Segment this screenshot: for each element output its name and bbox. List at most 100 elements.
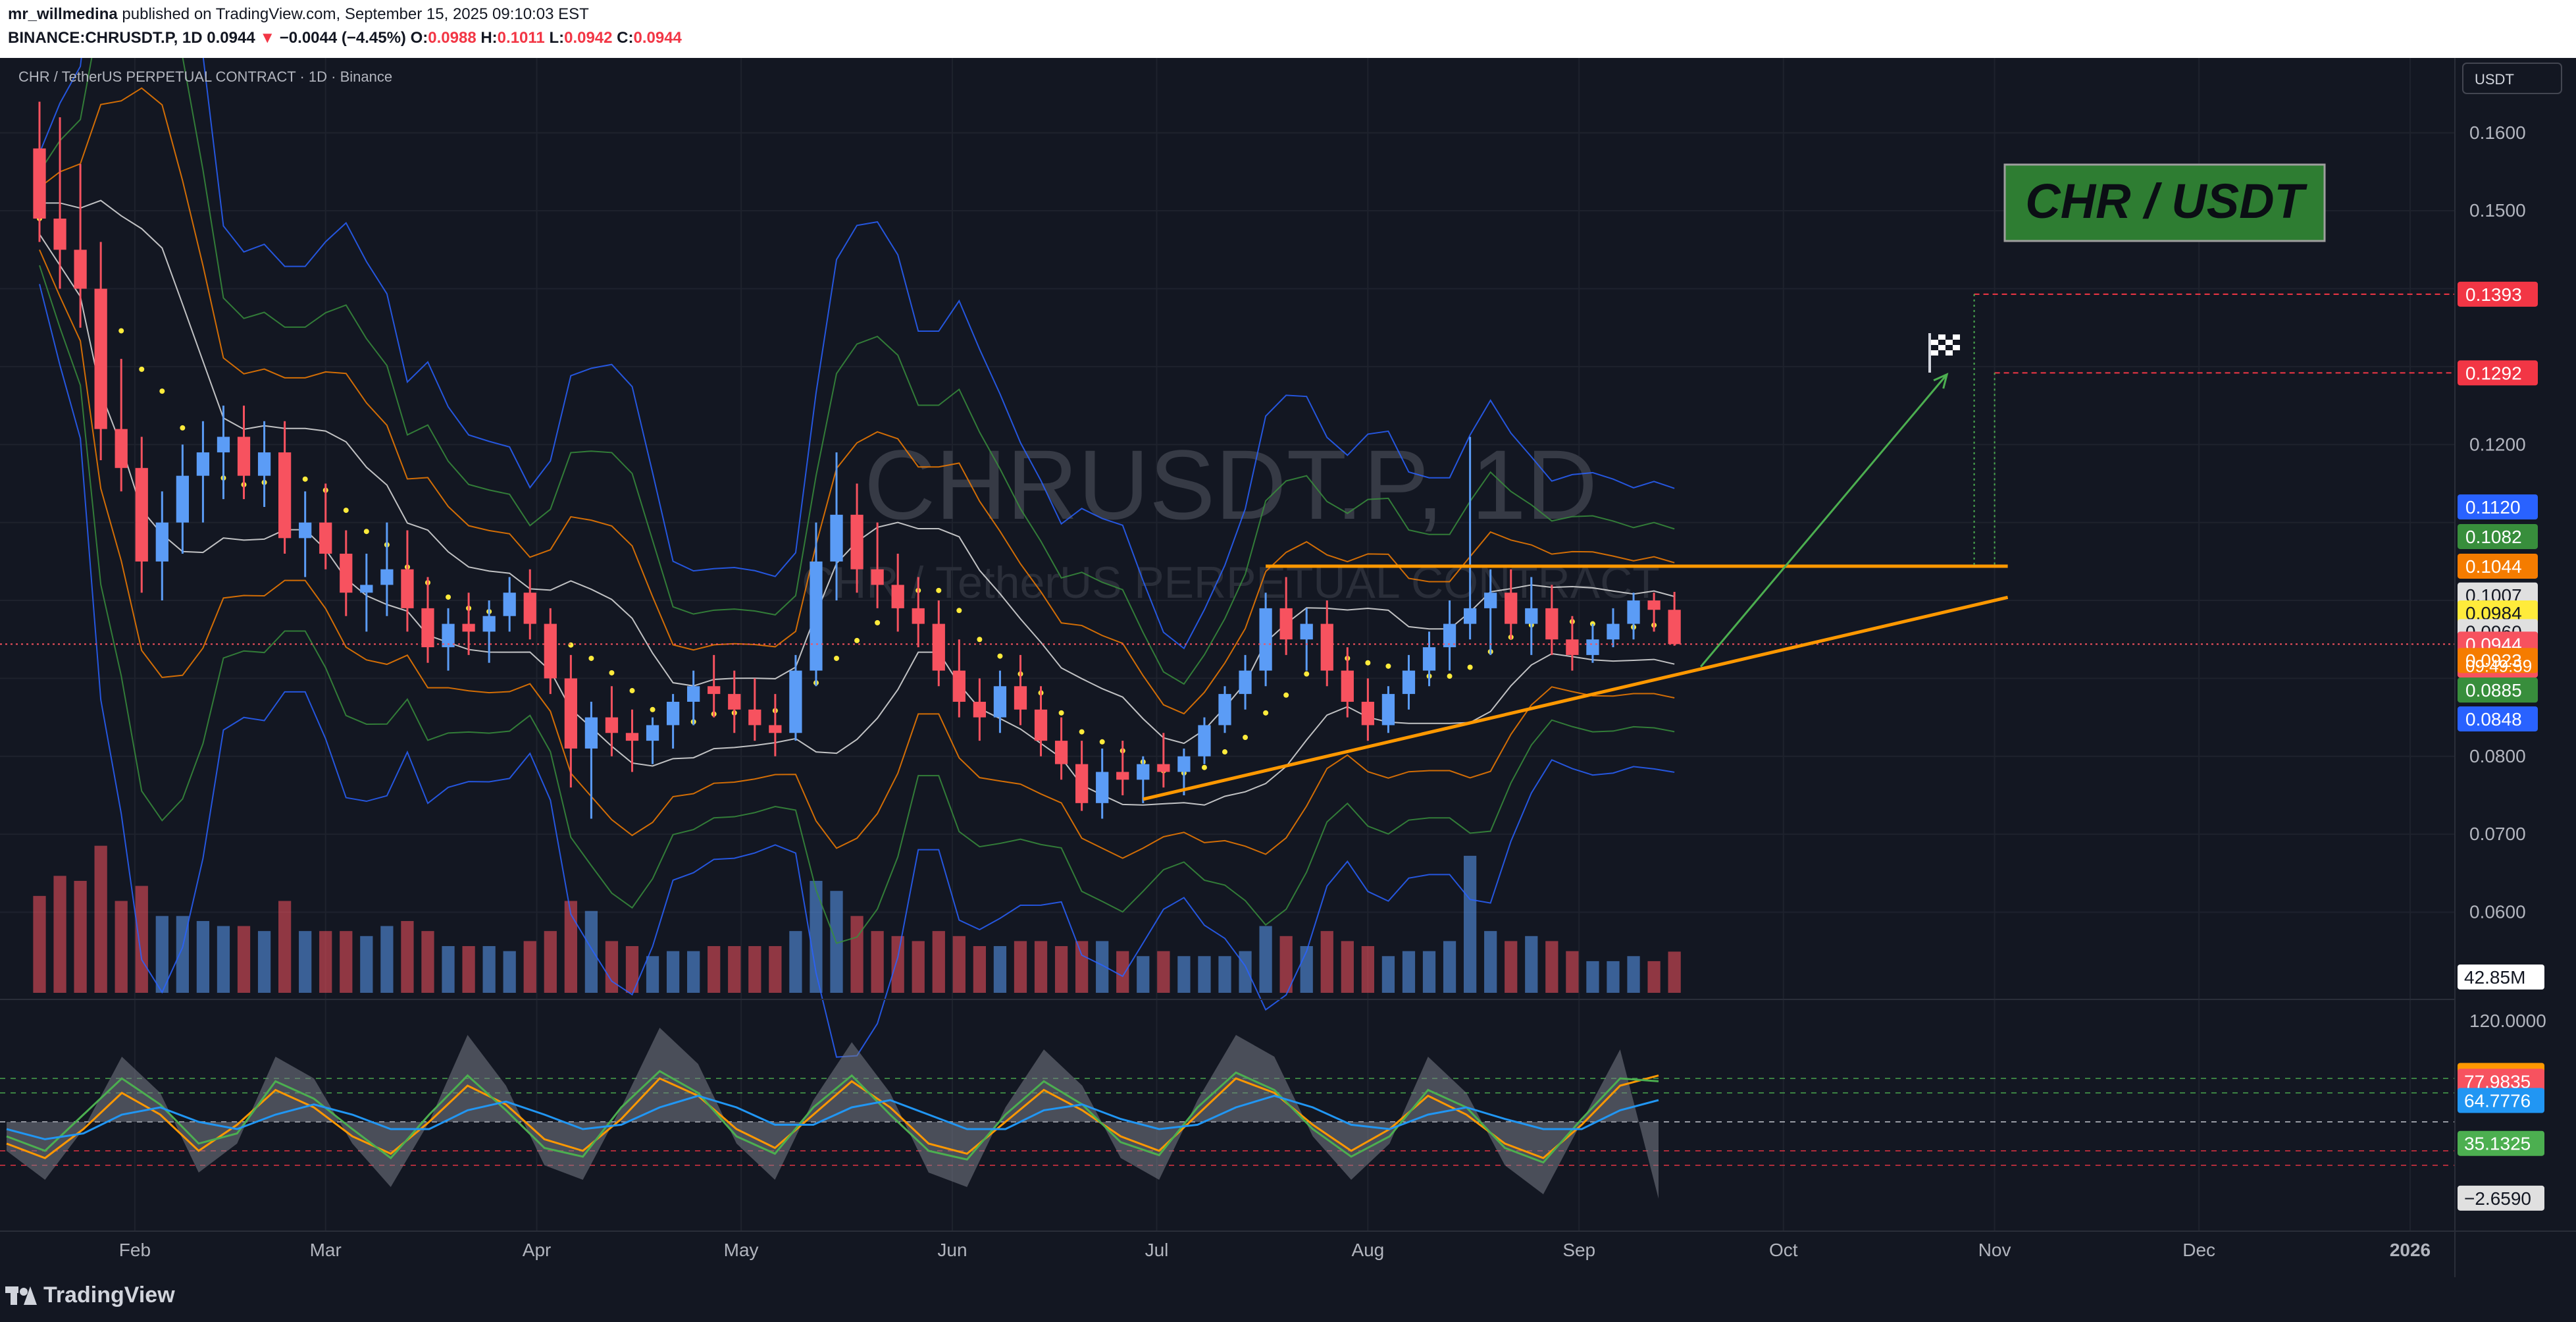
candle-body — [135, 467, 148, 562]
ma-dot — [1079, 729, 1085, 735]
candle-body — [769, 725, 782, 733]
title-box-text: CHR / USDT — [2025, 174, 2307, 228]
time-tick-label: Feb — [119, 1240, 151, 1260]
open-value: 0.0988 — [428, 29, 477, 47]
ma-dot — [568, 642, 574, 648]
volume-bar — [53, 876, 66, 993]
currency-button-label[interactable]: USDT — [2475, 71, 2514, 88]
candle-body — [155, 522, 168, 562]
ma-dot — [1058, 710, 1064, 716]
candle-body — [912, 608, 925, 624]
volume-bar — [646, 956, 659, 993]
volume-bar — [789, 931, 802, 993]
candle-body — [748, 709, 761, 726]
candle-body — [810, 561, 823, 671]
ma-dot — [936, 587, 942, 593]
candle-body — [952, 670, 966, 702]
candle-body — [1361, 701, 1374, 726]
volume-bar — [360, 936, 373, 993]
ma-dot — [363, 529, 369, 535]
candle-body — [1137, 764, 1150, 780]
volume-bar — [1177, 956, 1191, 993]
ma-dot — [343, 508, 349, 514]
volume-bar — [932, 931, 945, 993]
currency-button[interactable]: USDT — [2462, 63, 2562, 94]
volume-bar — [1545, 941, 1558, 993]
candle-body — [789, 670, 802, 733]
volume-bar — [482, 946, 496, 993]
ma-dot — [650, 706, 656, 712]
ma-dot — [1283, 692, 1289, 698]
volume-bar — [1300, 946, 1313, 993]
candle-body — [53, 219, 66, 250]
candle-body — [850, 514, 863, 569]
candle-body — [1157, 764, 1170, 772]
candle-body — [1566, 639, 1579, 655]
volume-bar — [1668, 951, 1681, 993]
close-label: C: — [617, 29, 634, 47]
volume-bar — [1627, 956, 1640, 993]
time-tick-label: Mar — [310, 1240, 342, 1260]
candle-body — [74, 250, 87, 289]
candle-body — [278, 452, 292, 539]
ma-dot — [1447, 674, 1453, 679]
volume-bar — [380, 926, 394, 993]
candle-body — [1014, 686, 1027, 710]
open-label: O: — [410, 29, 428, 47]
candle-body — [646, 725, 659, 741]
candle-body — [1320, 623, 1333, 671]
candle-body — [1034, 709, 1048, 741]
author-name[interactable]: mr_willmedina — [8, 5, 118, 23]
candle-body — [584, 717, 598, 749]
candle-body — [1525, 608, 1538, 624]
volume-bar — [503, 951, 516, 993]
osc-label: −2.6590 — [2464, 1188, 2531, 1209]
ma-dot — [180, 425, 186, 431]
candle-body — [360, 585, 373, 593]
volume-bar — [1259, 926, 1272, 993]
volume-bar — [401, 920, 414, 993]
candle-body — [1463, 608, 1477, 624]
close-value: 0.0944 — [633, 29, 682, 47]
volume-label: 42.85M — [2464, 967, 2525, 988]
price-tick-label: 0.1200 — [2469, 434, 2526, 454]
candle-body — [340, 554, 353, 593]
tradingview-brand: TradingView — [43, 1282, 175, 1308]
candle-body — [564, 678, 577, 749]
candle-body — [1218, 694, 1231, 726]
candle-body — [1341, 670, 1354, 702]
volume-bar — [1075, 941, 1089, 993]
volume-bar — [850, 916, 863, 993]
price-label: 0.0885 — [2465, 680, 2522, 701]
volume-bar — [462, 946, 475, 993]
volume-bar — [442, 946, 455, 993]
volume-bar — [33, 895, 46, 993]
ma-dot — [1099, 739, 1105, 745]
volume-bar — [1505, 941, 1518, 993]
candle-body — [94, 288, 107, 429]
volume-bar — [708, 946, 721, 993]
candle-body — [1422, 647, 1436, 671]
tradingview-logo[interactable]: TradingView — [5, 1282, 175, 1308]
candle-body — [1545, 608, 1558, 640]
title-box[interactable]: CHR / USDT — [2003, 163, 2326, 242]
volume-bar — [687, 951, 700, 993]
candle-body — [299, 522, 312, 539]
volume-bar — [237, 926, 251, 993]
candle-body — [932, 623, 945, 671]
candle-body — [462, 623, 475, 632]
volume-bar — [1566, 951, 1579, 993]
price-label: 0.0848 — [2465, 709, 2522, 729]
volume-bar — [1157, 951, 1170, 993]
volume-bar — [1647, 961, 1661, 993]
candle-body — [217, 436, 230, 453]
candle-body — [625, 733, 639, 741]
volume-bar — [993, 946, 1007, 993]
price-tick-label: 0.1600 — [2469, 122, 2526, 143]
price-change: −0.0044 (−4.45%) — [279, 29, 406, 47]
ma-dot — [588, 655, 594, 661]
price-chart[interactable]: CHRUSDT.P, 1D CHR / TetherUS PERPETUAL C… — [0, 58, 2576, 1277]
tradingview-logo-icon — [5, 1286, 37, 1305]
candle-body — [1402, 670, 1416, 695]
change-arrow-icon: ▼ — [259, 29, 276, 47]
